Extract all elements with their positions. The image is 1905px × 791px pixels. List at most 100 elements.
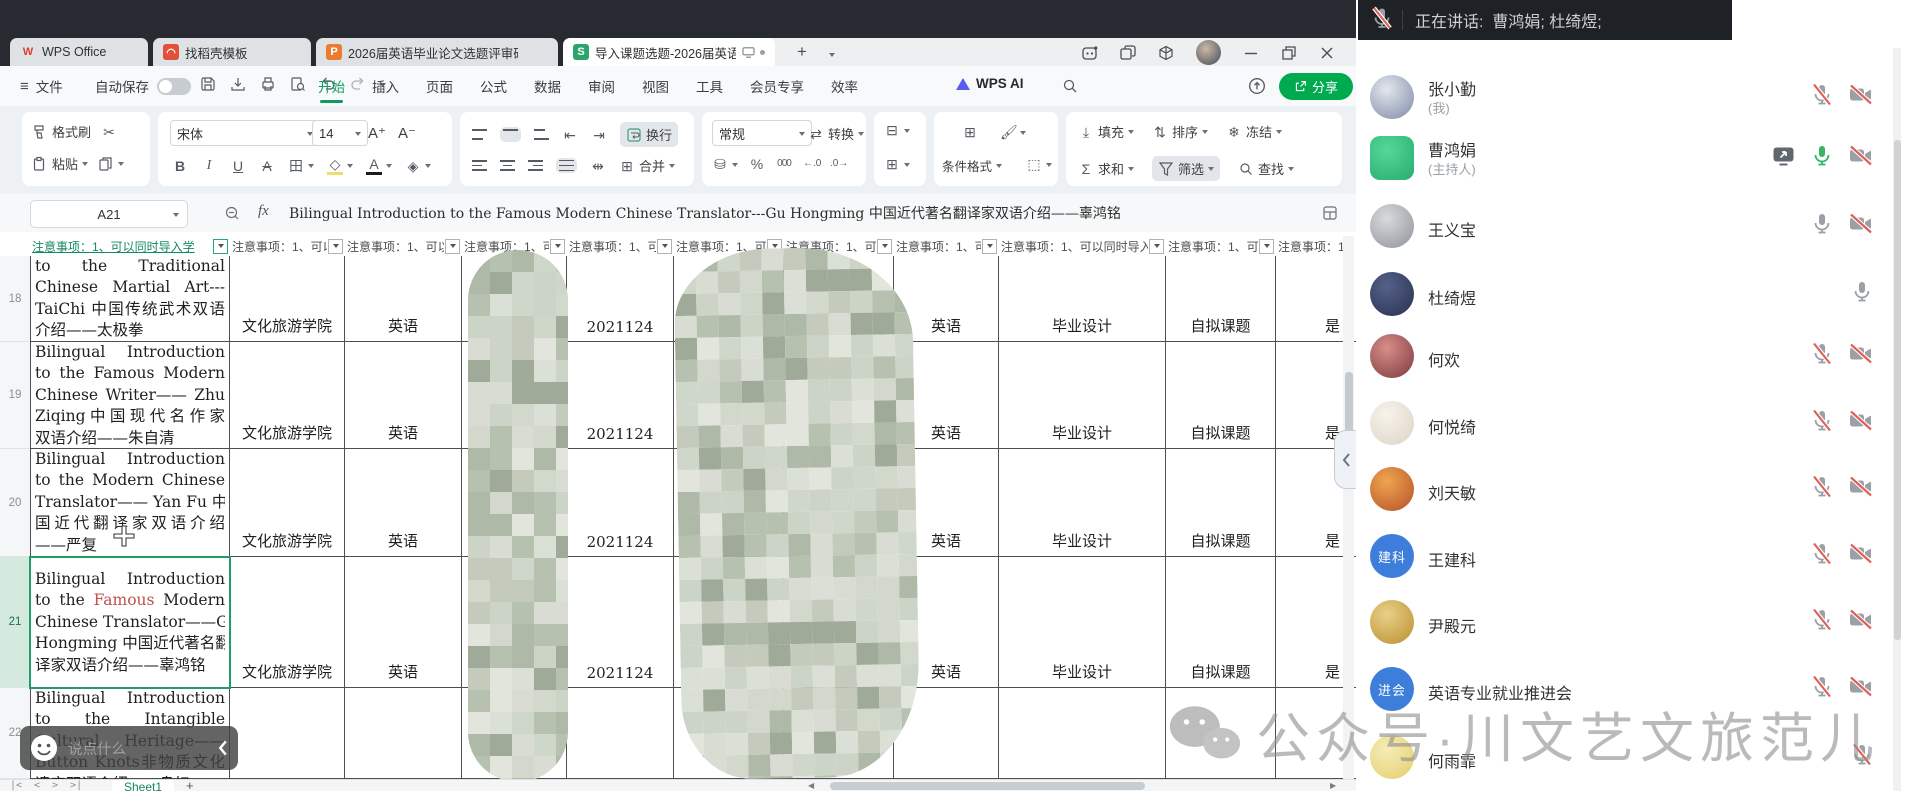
data-cell[interactable]: 文化旅游学院	[230, 449, 345, 557]
filter-dropdown-button[interactable]	[445, 238, 460, 254]
participant-row[interactable]: 何雨霏	[1364, 730, 1892, 784]
user-avatar[interactable]	[1196, 40, 1221, 65]
ribbon-tab-视图[interactable]: 视图	[642, 66, 669, 106]
participant-row[interactable]: 进会 英语专业就业推进会	[1364, 662, 1892, 716]
format-painter-button[interactable]: 格式刷	[32, 122, 91, 141]
name-box[interactable]: A21	[30, 200, 188, 228]
data-cell[interactable]: 自拟课题	[1166, 557, 1276, 688]
data-cell[interactable]: 毕业设计	[999, 256, 1166, 342]
data-cell[interactable]	[1166, 688, 1276, 779]
increase-decimal-button[interactable]: ←.0	[803, 156, 821, 172]
data-cell[interactable]: 毕业设计	[999, 449, 1166, 557]
filter-dropdown-button[interactable]	[657, 238, 672, 254]
align-top-icon[interactable]	[472, 129, 487, 140]
data-cell[interactable]	[345, 688, 462, 779]
data-cell[interactable]: 毕业设计	[999, 342, 1166, 449]
ribbon-tab-公式[interactable]: 公式	[480, 66, 507, 106]
smiley-icon[interactable]	[30, 734, 58, 762]
topic-cell[interactable]: to the Traditional Chinese Martial Art---…	[30, 256, 230, 342]
collapse-chevron-icon[interactable]	[217, 739, 228, 757]
data-cell[interactable]: 毕业设计	[999, 557, 1166, 688]
row-header[interactable]: 18	[0, 256, 31, 342]
share-button[interactable]: 分享	[1279, 73, 1353, 100]
search-icon[interactable]	[1062, 78, 1078, 94]
ribbon-tab-工具[interactable]: 工具	[696, 66, 723, 106]
clear-format-button[interactable]: ◈	[405, 158, 431, 174]
new-tab-button[interactable]: +	[790, 40, 814, 64]
participant-row[interactable]: 张小勤 (我)	[1364, 70, 1892, 124]
topic-cell[interactable]: Bilingual Introduction to the Modern Chin…	[30, 449, 230, 557]
filter-header-cell[interactable]: 注意事项：1、可以同时导入学	[345, 236, 463, 256]
topic-cell[interactable]: Bilingual Introduction to the Famous Mode…	[30, 342, 230, 449]
data-cell[interactable]: 2021124	[567, 256, 674, 342]
ribbon-tab-效率[interactable]: 效率	[831, 66, 858, 106]
thousands-button[interactable]: 000	[776, 156, 792, 172]
wps-ai-menu[interactable]: WPS AI	[956, 76, 1024, 91]
copy-button[interactable]	[98, 156, 125, 172]
decrease-indent-icon[interactable]: ⇤	[562, 127, 578, 143]
filter-dropdown-button[interactable]	[213, 238, 228, 254]
doc-tab[interactable]: P 2026届英语毕业论文选题评审研讨会	[316, 38, 558, 66]
decrease-decimal-button[interactable]: .0→	[830, 156, 848, 172]
filter-dropdown-button[interactable]	[877, 238, 892, 254]
wrap-text-button[interactable]: 换行	[620, 122, 679, 147]
freeze-button[interactable]: ❄ 冻结	[1226, 122, 1283, 141]
bold-button[interactable]: B	[172, 158, 188, 174]
sheet-tab[interactable]: Sheet1	[112, 780, 174, 791]
data-cell[interactable]: 英语	[345, 256, 462, 342]
filter-dropdown-button[interactable]	[982, 238, 997, 254]
filter-header-cell[interactable]: 注意事项：1、可以同时导入学	[30, 236, 231, 256]
data-cell[interactable]: 2021124	[567, 449, 674, 557]
increase-indent-icon[interactable]: ⇥	[591, 127, 607, 143]
print-icon[interactable]	[260, 76, 276, 92]
autosave-toggle[interactable]	[157, 77, 191, 95]
apps-cube-icon[interactable]	[1158, 45, 1174, 61]
participant-row[interactable]: 尹殿元	[1364, 595, 1892, 649]
data-cell[interactable]: 英语	[345, 449, 462, 557]
cell-style-button[interactable]: 🖌	[1000, 124, 1026, 140]
print-preview-icon[interactable]	[290, 76, 306, 92]
data-cell[interactable]: 英语	[345, 342, 462, 449]
row-header[interactable]: 20	[0, 449, 31, 557]
participant-row[interactable]: 曹鸿娟 (主持人)	[1364, 131, 1892, 185]
sum-button[interactable]: Σ 求和	[1078, 159, 1135, 178]
output-icon[interactable]	[230, 76, 246, 92]
row-header[interactable]: 19	[0, 342, 31, 449]
data-cell[interactable]: 英语	[345, 557, 462, 688]
align-right-icon[interactable]	[528, 160, 543, 171]
filter-dropdown-button[interactable]	[1259, 238, 1274, 254]
align-bottom-icon[interactable]	[534, 129, 549, 140]
meeting-chat-overlay[interactable]: 说点什么	[20, 726, 238, 770]
tabs-menu-button[interactable]	[820, 42, 844, 66]
vertical-scrollbar[interactable]	[1343, 236, 1354, 779]
ribbon-tab-插入[interactable]: 插入	[372, 66, 399, 106]
filter-header-cell[interactable]: 注意事项：1、可以同时导入学	[999, 236, 1167, 256]
data-cell[interactable]: 2021124	[567, 342, 674, 449]
participant-row[interactable]: 杜绮煜	[1364, 267, 1892, 321]
data-cell[interactable]: 2021124	[567, 557, 674, 688]
next-sheet-button[interactable]: >	[52, 780, 58, 791]
last-sheet-button[interactable]: >|	[70, 780, 82, 791]
shape-fill-button[interactable]: ⬚	[1026, 156, 1052, 172]
participant-row[interactable]: 王义宝	[1364, 199, 1892, 253]
autosave-control[interactable]: 自动保存	[95, 66, 191, 106]
align-left-icon[interactable]	[472, 160, 487, 171]
doc-tab[interactable]: W WPS Office	[10, 38, 148, 66]
strikethrough-button[interactable]: A	[259, 158, 275, 174]
rows-columns-button[interactable]: ⊞	[884, 156, 910, 172]
hscroll-left-arrow[interactable]: ◀	[808, 781, 814, 790]
doc-tab[interactable]: ◠ 找稻壳模板	[153, 38, 311, 66]
increase-font-icon[interactable]: A⁺	[368, 124, 386, 142]
data-cell[interactable]	[999, 688, 1166, 779]
filter-dropdown-button[interactable]	[328, 238, 343, 254]
filter-header-cell[interactable]: 注意事项：1、可以同时导入学	[567, 236, 675, 256]
formula-input[interactable]: Bilingual Introduction to the Famous Mod…	[289, 203, 1309, 223]
number-format-select[interactable]: 常规	[712, 120, 812, 146]
restore-button[interactable]	[1281, 45, 1297, 61]
participant-row[interactable]: 何欢	[1364, 329, 1892, 383]
filter-dropdown-button[interactable]	[550, 238, 565, 254]
underline-button[interactable]: U	[230, 158, 246, 174]
ai-assistant-icon[interactable]	[1082, 45, 1098, 61]
filter-dropdown-button[interactable]	[1149, 238, 1164, 254]
participant-row[interactable]: 刘天敏	[1364, 462, 1892, 516]
